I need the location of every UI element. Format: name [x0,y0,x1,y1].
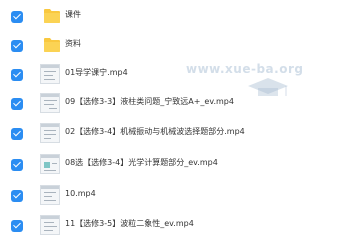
file-name: 08选【选修3-4】光学计算题部分_ev.mp4 [65,158,218,167]
video-thumbnail-icon [40,185,60,205]
video-thumbnail-icon [40,123,60,143]
checkbox-checked-icon[interactable] [11,190,23,202]
video-thumbnail-icon [40,215,60,235]
file-list: 课件 资料 01导学课宁.mp4 09【选修3-3】液柱类问题_宁致远A+_ev… [0,0,340,252]
file-row[interactable]: 11【选修3-5】波粒二象性_ev.mp4 [0,215,340,239]
file-row[interactable]: 02【选修3-4】机械振动与机械波选择题部分.mp4 [0,123,340,147]
file-row[interactable]: 课件 [0,6,340,30]
folder-icon [44,38,60,52]
file-row[interactable]: 资料 [0,35,340,59]
folder-icon [44,9,60,23]
checkbox-checked-icon[interactable] [11,40,23,52]
file-name: 01导学课宁.mp4 [65,68,128,77]
file-row[interactable]: 08选【选修3-4】光学计算题部分_ev.mp4 [0,154,340,178]
checkbox-checked-icon[interactable] [11,128,23,140]
file-name: 02【选修3-4】机械振动与机械波选择题部分.mp4 [65,127,245,136]
file-name: 11【选修3-5】波粒二象性_ev.mp4 [65,219,194,228]
checkbox-checked-icon[interactable] [11,159,23,171]
file-name: 10.mp4 [65,189,96,198]
file-row[interactable]: 01导学课宁.mp4 [0,64,340,88]
file-name: 课件 [65,10,81,19]
file-name: 资料 [65,39,81,48]
checkbox-checked-icon[interactable] [11,11,23,23]
checkbox-checked-icon[interactable] [11,220,23,232]
checkbox-checked-icon[interactable] [11,69,23,81]
video-thumbnail-icon [40,64,60,84]
file-row[interactable]: 10.mp4 [0,185,340,209]
file-name: 09【选修3-3】液柱类问题_宁致远A+_ev.mp4 [65,97,234,106]
video-thumbnail-icon [40,93,60,113]
video-thumbnail-icon [40,154,60,174]
checkbox-checked-icon[interactable] [11,98,23,110]
file-row[interactable]: 09【选修3-3】液柱类问题_宁致远A+_ev.mp4 [0,93,340,117]
